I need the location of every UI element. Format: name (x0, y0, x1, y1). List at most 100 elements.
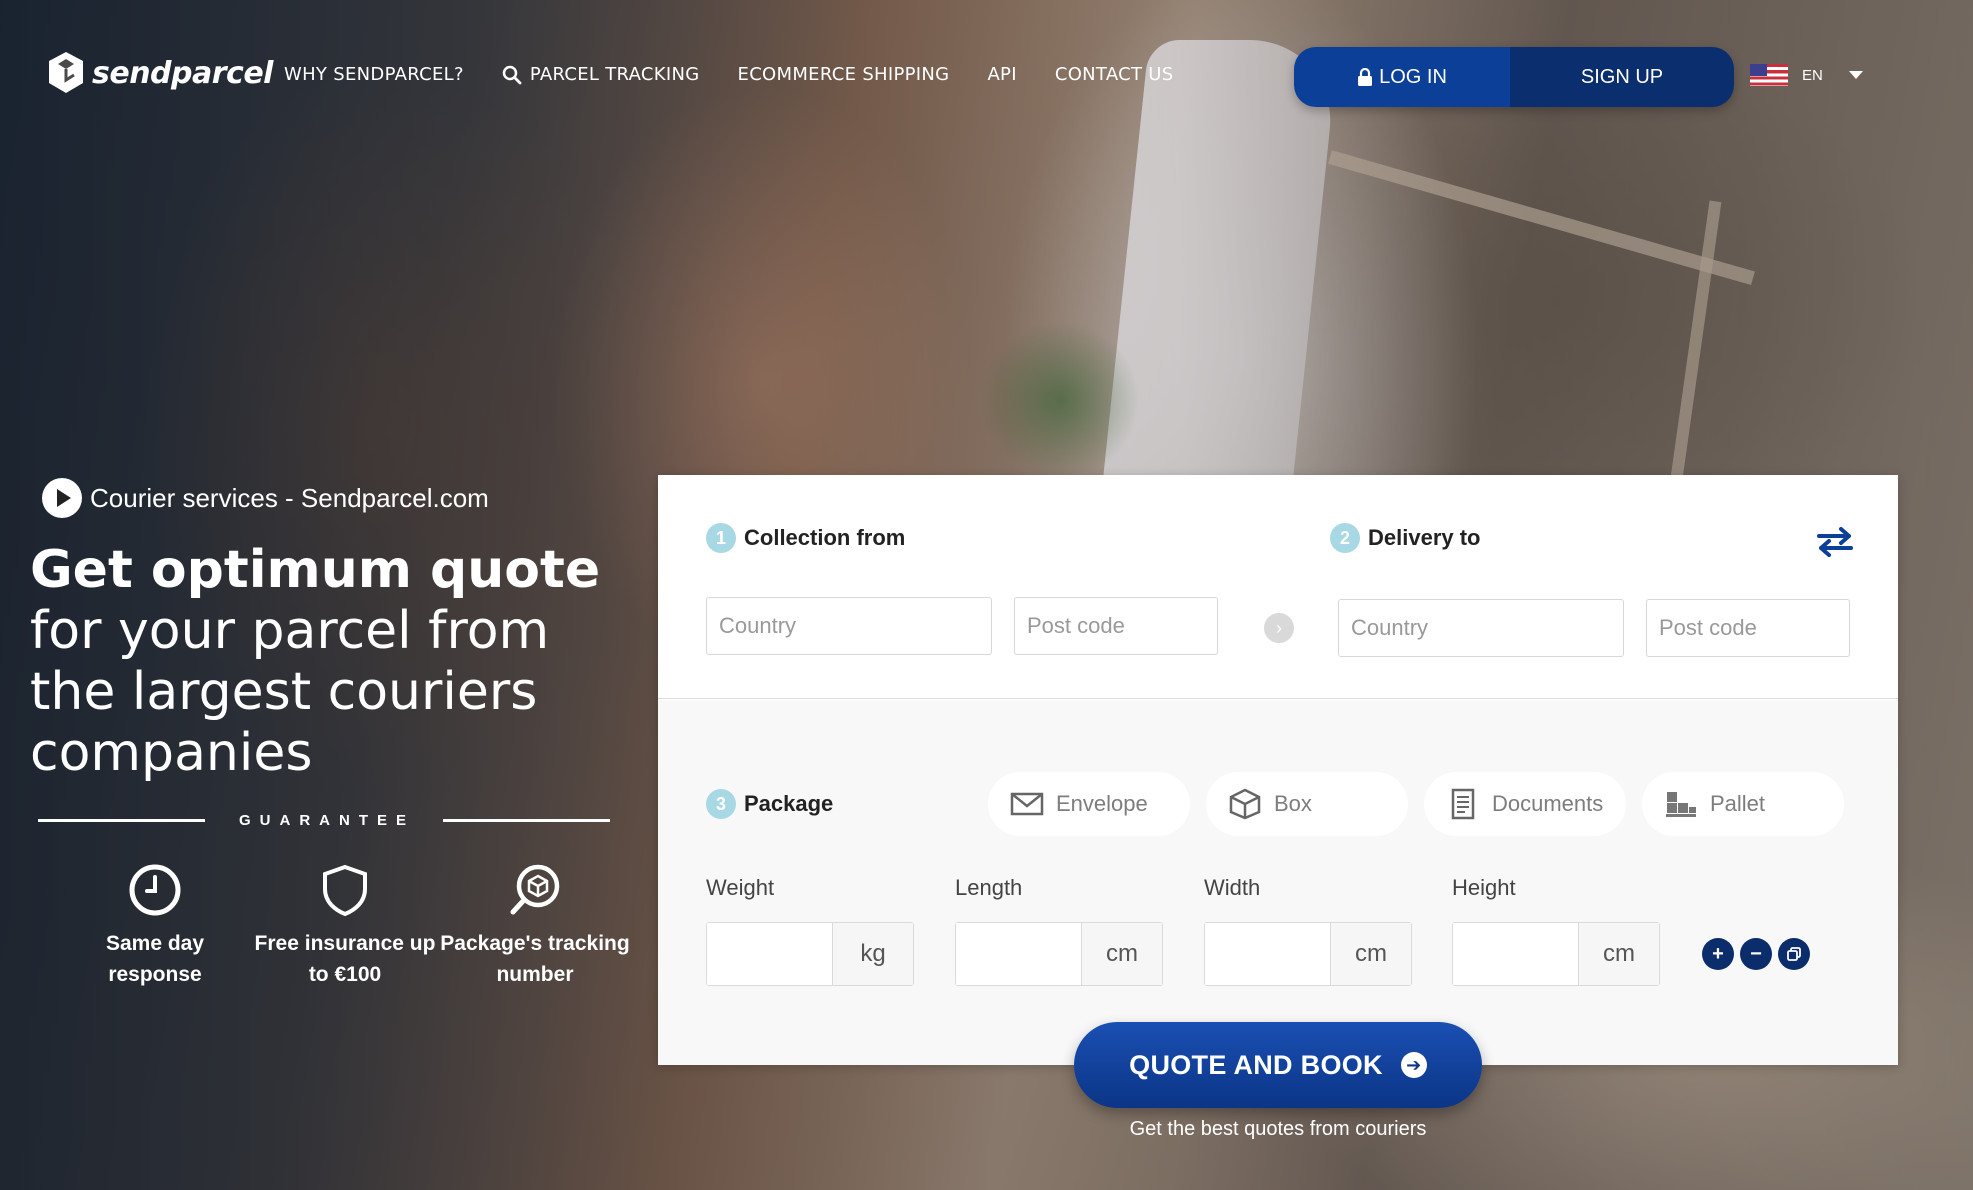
signup-label: SIGN UP (1580, 65, 1664, 88)
logo-box-icon (49, 52, 83, 93)
hero-headline: Get optimum quote for your parcel from t… (30, 540, 630, 784)
package-type-envelope[interactable]: Envelope (988, 772, 1190, 836)
length-unit: cm (1082, 923, 1162, 985)
step-label: Collection from (744, 525, 906, 550)
step-collection: 1 Collection from (706, 523, 905, 553)
width-field: cm (1204, 922, 1412, 986)
width-label: Width (1204, 875, 1261, 900)
height-input[interactable] (1453, 923, 1579, 985)
package-type-documents[interactable]: Documents (1424, 772, 1626, 836)
guarantee-label: GUARANTEE (239, 812, 416, 829)
language-code: EN (1802, 66, 1823, 84)
nav-label: CONTACT US (1054, 64, 1174, 85)
language-selector[interactable]: EN (1750, 64, 1863, 86)
video-link[interactable]: Courier services - Sendparcel.com (42, 478, 489, 518)
weight-input[interactable] (707, 923, 833, 985)
quote-and-book-button[interactable]: QUOTE AND BOOK ➔ (1074, 1022, 1482, 1108)
nav-ecommerce-shipping[interactable]: ECOMMERCE SHIPPING (738, 64, 950, 85)
perk-same-day: Same day response (60, 862, 250, 990)
search-icon (502, 65, 522, 84)
duplicate-package-button[interactable] (1778, 938, 1810, 970)
route-section: 1 Collection from 2 Delivery to › (658, 475, 1898, 699)
package-type-label: Pallet (1710, 791, 1766, 816)
collection-country-input[interactable] (706, 597, 992, 655)
perk-label: Free insurance up to €100 (254, 932, 436, 986)
nav-why-sendparcel[interactable]: WHY SENDPARCEL? (284, 64, 464, 85)
nav-label: API (987, 64, 1017, 85)
documents-icon (1451, 788, 1475, 820)
delivery-country-input[interactable] (1338, 599, 1624, 657)
add-package-button[interactable]: + (1702, 938, 1734, 970)
step-delivery: 2 Delivery to (1330, 523, 1481, 553)
lock-icon (1358, 68, 1373, 86)
step-badge: 2 (1330, 523, 1360, 553)
length-label: Length (955, 875, 1023, 900)
package-row-controls: + − (1702, 938, 1810, 970)
weight-label: Weight (706, 875, 775, 900)
nav-label: PARCEL TRACKING (529, 64, 700, 85)
package-type-box[interactable]: Box (1206, 772, 1408, 836)
divider-line (38, 819, 205, 822)
perks-list: Same day response Free insurance up to €… (60, 862, 630, 990)
main-nav: WHY SENDPARCEL? PARCEL TRACKING ECOMMERC… (284, 64, 1174, 85)
login-button[interactable]: LOG IN (1294, 47, 1510, 107)
height-field: cm (1452, 922, 1660, 986)
us-flag-icon (1750, 64, 1788, 86)
package-type-label: Documents (1492, 791, 1604, 816)
step-label: Delivery to (1368, 525, 1481, 550)
perk-insurance: Free insurance up to €100 (250, 862, 440, 990)
pallet-icon (1666, 792, 1696, 817)
weight-field: kg (706, 922, 914, 986)
arrow-right-circle-icon: ➔ (1400, 1052, 1427, 1078)
brand-logo[interactable]: sendparcel (46, 50, 273, 96)
headline-rest: for your parcel from the largest courier… (30, 601, 550, 783)
height-unit: cm (1579, 923, 1659, 985)
login-label: LOG IN (1379, 65, 1447, 88)
nav-parcel-tracking[interactable]: PARCEL TRACKING (502, 64, 700, 85)
step-badge: 1 (706, 523, 736, 553)
arrow-right-icon: › (1264, 613, 1294, 643)
perk-label: Package's tracking number (440, 932, 630, 986)
quote-subtext: Get the best quotes from couriers (1129, 1118, 1427, 1140)
package-type-label: Box (1274, 791, 1312, 816)
width-unit: cm (1331, 923, 1411, 985)
nav-label: ECOMMERCE SHIPPING (737, 64, 950, 85)
shield-icon (323, 864, 367, 917)
site-header: sendparcel WHY SENDPARCEL? PARCEL TRACKI… (0, 0, 1973, 150)
length-input[interactable] (956, 923, 1082, 985)
length-field: cm (955, 922, 1163, 986)
step-package: 3 Package (706, 789, 833, 819)
copy-icon (1787, 947, 1801, 961)
package-type-options: Envelope Box Documents Pallet (988, 772, 1844, 836)
width-input[interactable] (1205, 923, 1331, 985)
perk-tracking: Package's tracking number (440, 862, 630, 990)
nav-api[interactable]: API (987, 64, 1016, 85)
envelope-icon (1010, 792, 1044, 816)
remove-package-button[interactable]: − (1740, 938, 1772, 970)
headline-bold: Get optimum quote (30, 540, 601, 600)
box-icon (1229, 788, 1261, 820)
video-link-label: Courier services - Sendparcel.com (90, 482, 489, 513)
delivery-postcode-input[interactable] (1646, 599, 1850, 657)
package-type-label: Envelope (1056, 791, 1148, 816)
step-badge: 3 (706, 789, 736, 819)
signup-button[interactable]: SIGN UP (1510, 47, 1734, 107)
weight-unit: kg (833, 923, 913, 985)
chevron-down-icon (1848, 71, 1863, 79)
quote-form: 1 Collection from 2 Delivery to › 3 Pack… (658, 475, 1898, 1065)
package-type-pallet[interactable]: Pallet (1642, 772, 1844, 836)
step-label: Package (744, 791, 834, 816)
auth-buttons: LOG IN SIGN UP (1294, 47, 1734, 107)
height-label: Height (1452, 875, 1516, 900)
tracking-icon (510, 864, 560, 915)
nav-contact-us[interactable]: CONTACT US (1055, 64, 1174, 85)
collection-postcode-input[interactable] (1014, 597, 1218, 655)
brand-name: sendparcel (92, 55, 273, 91)
clock-icon (129, 864, 181, 916)
nav-label: WHY SENDPARCEL? (284, 64, 464, 85)
package-section: 3 Package Envelope Box Documents Pallet … (658, 700, 1898, 1065)
quote-button-label: QUOTE AND BOOK (1129, 1049, 1383, 1080)
perk-label: Same day response (105, 932, 205, 986)
swap-direction-icon[interactable] (1815, 525, 1855, 559)
play-icon (42, 478, 82, 518)
